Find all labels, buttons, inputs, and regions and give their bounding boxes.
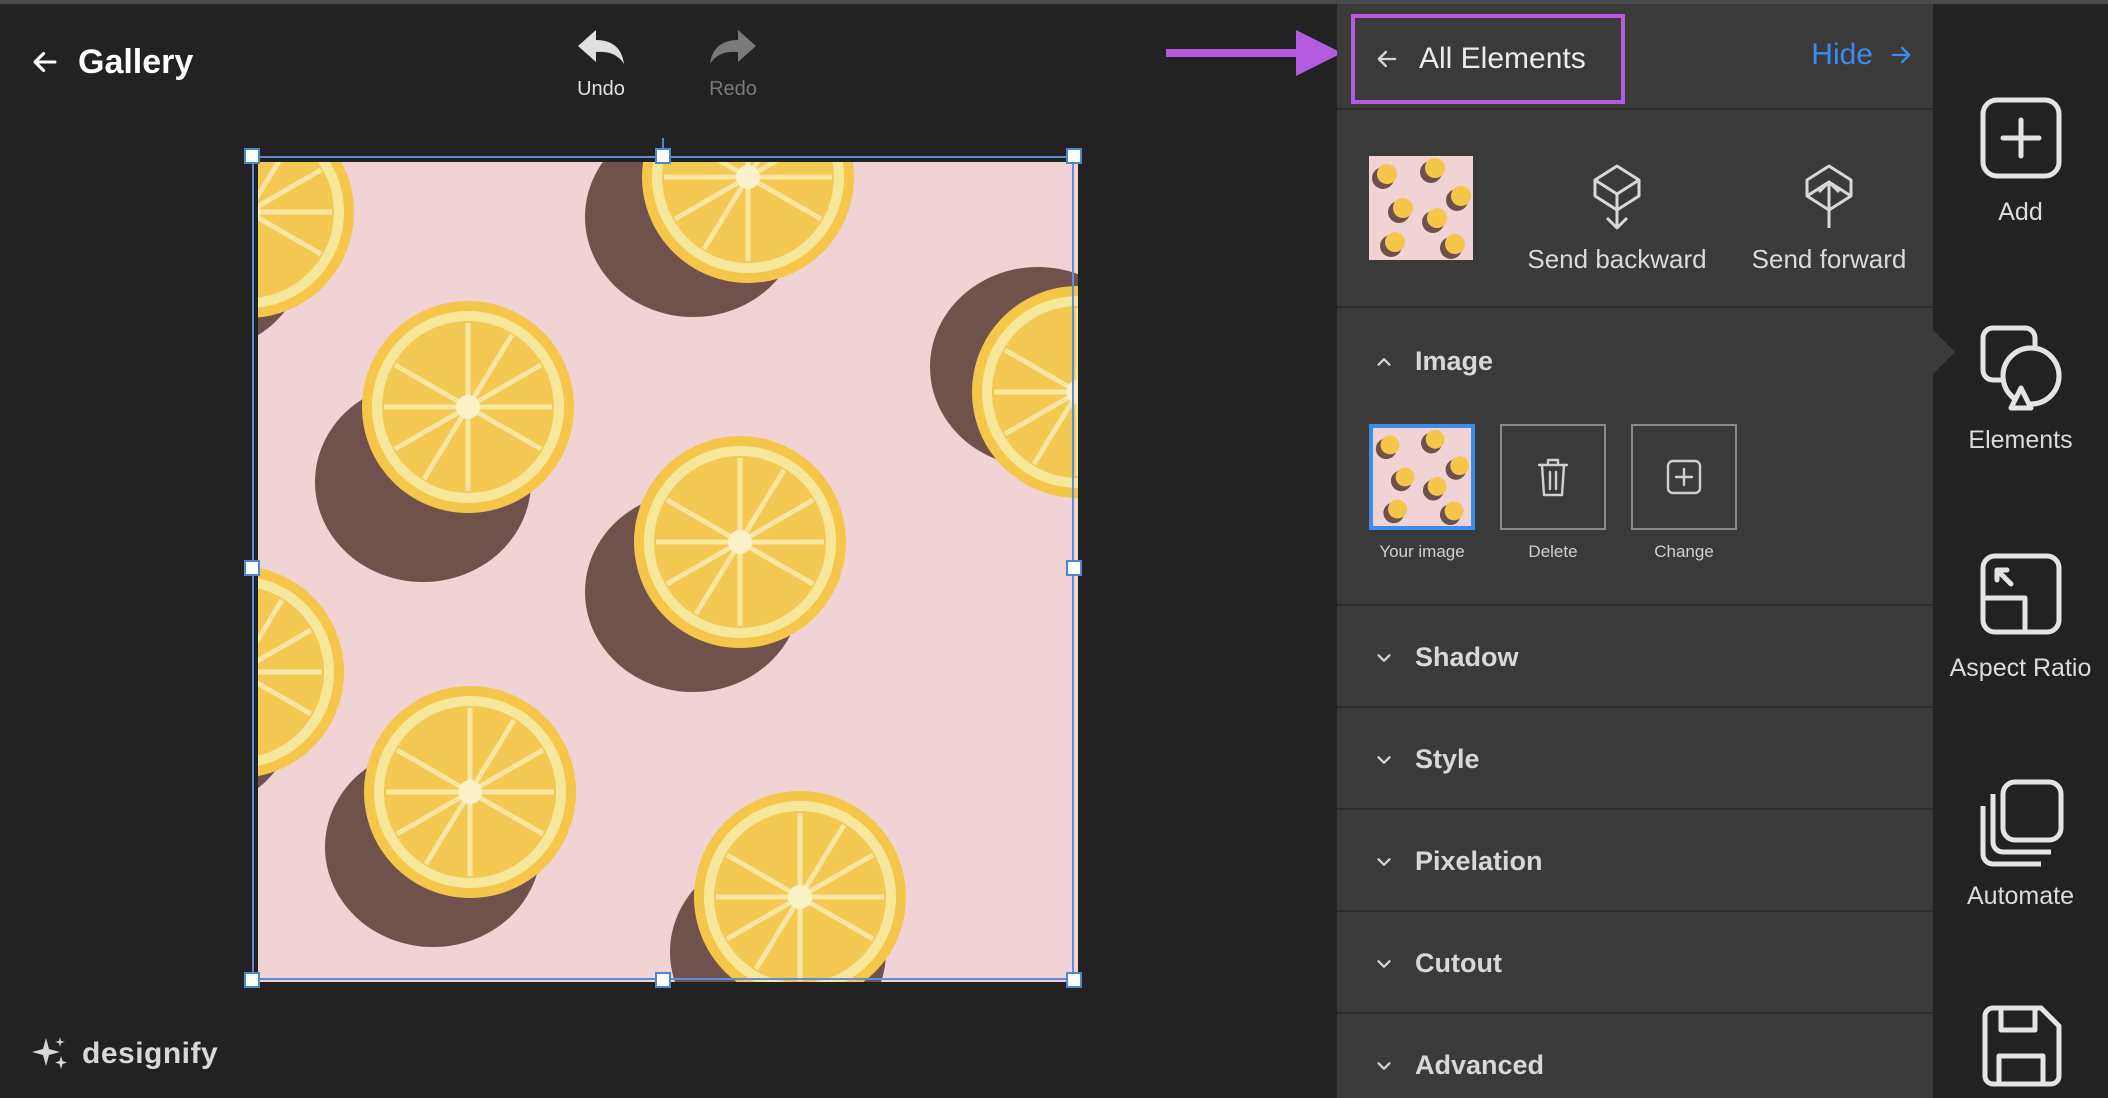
image-thumbnail-icon [1373,428,1471,526]
delete-image-tile[interactable]: Delete [1500,424,1606,562]
aspect-ratio-icon [1980,553,2061,635]
add-label: Add [1998,198,2043,226]
automate-label: Automate [1966,882,2074,910]
cutout-section-toggle[interactable]: Cutout [1373,948,1502,979]
shadow-section-title: Shadow [1415,642,1519,672]
layer-thumbnail[interactable] [1369,156,1473,260]
resize-handle-right[interactable] [1066,560,1082,576]
resize-handle-left[interactable] [244,560,260,576]
arrow-left-icon [1377,50,1397,68]
chevron-down-icon [1377,755,1391,764]
pixelation-section-title: Pixelation [1415,846,1543,876]
your-image-label: Your image [1379,542,1465,561]
panel-header: All Elements Hide [1337,4,1933,110]
advanced-section-title: Advanced [1415,1050,1545,1080]
all-elements-label: All Elements [1419,42,1586,75]
cutout-section-title: Cutout [1415,948,1502,978]
aspect-ratio-label: Aspect Ratio [1949,654,2092,682]
send-backward-label: Send backward [1527,244,1707,274]
arrow-left-icon [33,51,57,73]
lemon-slices-image[interactable] [258,162,1078,982]
undo-button[interactable]: Undo [546,26,656,101]
advanced-section-toggle[interactable]: Advanced [1373,1050,1544,1081]
rail-item-save[interactable] [1933,1000,2108,1092]
rail-item-automate[interactable]: Automate [1933,776,2108,911]
chevron-down-icon [1377,1061,1391,1070]
delete-image-button[interactable] [1500,424,1606,530]
rail-item-elements[interactable]: Elements [1933,320,2108,455]
tool-rail: Add Elements Aspect Ratio Automate [1933,4,2108,1098]
resize-handle-top-left[interactable] [244,148,260,164]
style-section-toggle[interactable]: Style [1373,744,1480,775]
change-label: Change [1654,542,1714,561]
trash-icon [1537,458,1569,497]
resize-handle-bottom-right[interactable] [1066,972,1082,988]
resize-handle-top[interactable] [655,148,671,164]
image-section-title: Image [1415,346,1494,376]
style-section-title: Style [1415,744,1480,774]
brand-name: designify [82,1037,219,1070]
send-backward-icon [1593,164,1641,230]
shapes-icon [1980,325,2061,411]
resize-handle-bottom-left[interactable] [244,972,260,988]
change-image-button[interactable] [1631,424,1737,530]
back-to-gallery-link[interactable]: Gallery [28,40,193,84]
redo-icon [710,30,756,64]
brand-logo: designify [30,1034,218,1074]
elements-label: Elements [1968,426,2073,454]
rail-item-add[interactable]: Add [1933,92,2108,227]
sparkle-icon [32,1037,67,1069]
change-image-tile[interactable]: Change [1631,424,1737,562]
send-forward-icon [1805,164,1853,228]
image-section: Image Your image Delete Change [1337,310,1933,606]
stacked-layers-icon [1980,779,2063,867]
resize-handle-top-right[interactable] [1066,148,1082,164]
chevron-down-icon [1377,959,1391,968]
advanced-section: Advanced [1337,1016,1933,1098]
layer-order-row: Send backward Send forward [1337,112,1933,308]
send-forward-button[interactable]: Send forward [1729,162,1929,275]
undo-icon [578,30,624,64]
rail-item-aspect-ratio[interactable]: Aspect Ratio [1933,548,2108,683]
hide-label: Hide [1811,38,1873,71]
chevron-up-icon [1377,357,1391,366]
redo-button[interactable]: Redo [678,26,788,101]
pixelation-section-toggle[interactable]: Pixelation [1373,846,1543,877]
add-icon [1980,97,2061,179]
image-section-toggle[interactable]: Image [1373,346,1493,377]
hide-panel-button[interactable]: Hide [1811,38,1915,72]
style-section: Style [1337,710,1933,810]
save-icon [1982,1005,2061,1087]
chevron-down-icon [1377,653,1391,662]
your-image-thumbnail[interactable] [1369,424,1475,530]
send-forward-label: Send forward [1751,244,1907,274]
annotation-arrow-icon [1166,30,1342,76]
shadow-section: Shadow [1337,608,1933,708]
cutout-section: Cutout [1337,914,1933,1014]
pixelation-section: Pixelation [1337,812,1933,912]
delete-label: Delete [1528,542,1578,561]
arrow-right-icon [1891,46,1911,64]
plus-square-icon [1666,459,1702,495]
shadow-section-toggle[interactable]: Shadow [1373,642,1519,673]
resize-handle-bottom[interactable] [655,972,671,988]
properties-panel: All Elements Hide Send backward Send for… [1337,4,1933,1098]
your-image-tile[interactable]: Your image [1369,424,1475,562]
design-canvas[interactable] [244,138,1082,988]
gallery-title: Gallery [78,42,194,81]
redo-label: Redo [709,78,757,100]
all-elements-back-button[interactable]: All Elements [1351,14,1625,104]
chevron-down-icon [1377,857,1391,866]
send-backward-button[interactable]: Send backward [1517,162,1717,275]
undo-label: Undo [577,78,625,100]
